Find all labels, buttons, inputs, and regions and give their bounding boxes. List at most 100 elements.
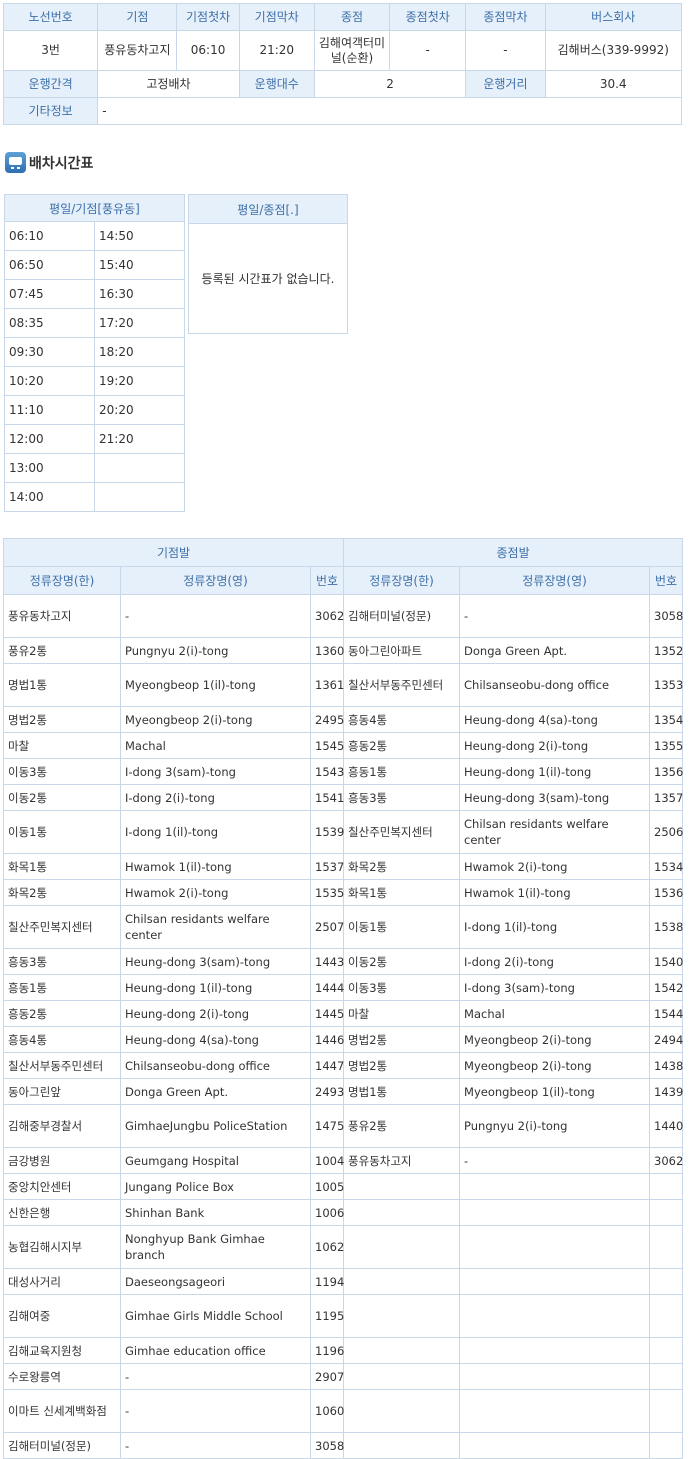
stops-column-header: 번호 [309,566,345,595]
origin-stop-name-ko: 김해중부경찰서 [3,1104,121,1148]
timetable-row: 11:10 20:20 [4,395,185,425]
terminal-stop-number: 1542 [649,974,683,1001]
origin-stop-name-ko: 화목1통 [3,853,121,880]
terminal-stop-name-ko: 풍유동차고지 [343,1147,461,1174]
terminal-stop-name-en: Hwamok 2(i)-tong [459,853,651,880]
terminal-stop-number: 1540 [649,948,683,975]
origin-stop-number: 1360 [309,637,344,664]
departure-time: 14:50 [94,221,185,251]
table-row: 흥동1통 Heung-dong 1(il)-tong 1444 이동3통 I-dong … [3,974,683,1001]
origin-stop-name-en: Heung-dong 3(sam)-tong [120,948,311,975]
origin-stop-number: 1475 [309,1104,344,1148]
origin-stop-number: 1445 [309,1000,344,1027]
terminal-stop-name-ko [343,1363,461,1390]
terminal-stop-name-en: Heung-dong 2(i)-tong [459,732,651,759]
timetable-row: 08:35 17:20 [4,308,185,338]
table-row: 칠산서부동주민센터 Chilsanseobu-dong office 1447 명법2… [3,1052,683,1079]
origin-stop-name-en: - [120,1432,311,1459]
origin-stop-number: 1444 [309,974,344,1001]
table-row: 화목2통 Hwamok 2(i)-tong 1535 화목1통 Hwamok 1(il)… [3,879,683,906]
origin-stop-name-en: Myeongbeop 1(il)-tong [120,663,311,707]
terminal-stop-number [649,1432,684,1459]
origin-stop-name-en: - [120,1389,311,1433]
origin-stop-name-en: Chilsanseobu-dong office [120,1052,311,1079]
terminal-stop-number: 1538 [649,905,683,949]
stops-column-header: 정류장명(한) [343,566,461,595]
table-row: 명법2통 Myeongbeop 2(i)-tong 2495 흥동4통 Heung-do… [3,706,683,733]
terminal-stop-number [649,1294,684,1338]
terminal-stop-number: 1352 [649,637,683,664]
terminal-stop-number: 1439 [649,1078,683,1105]
origin-stop-number: 1447 [309,1052,344,1079]
origin-stop-name-ko: 김해터미널(정문) [3,1432,121,1459]
table-row: 칠산주민복지센터 Chilsan residants welfare center… [3,905,683,949]
origin-stop-number: 2495 [309,706,344,733]
terminal-stop-name-ko [343,1389,461,1433]
departure-time: 19:20 [94,366,185,396]
route-info-value: 김해버스(339-9992) [544,30,683,71]
route-info-header: 종점 [313,3,391,31]
origin-stop-number: 1196 [309,1337,344,1364]
origin-stop-name-ko: 칠산주민복지센터 [3,905,121,949]
origin-stop-number: 1543 [309,758,344,785]
origin-stop-name-ko: 금강병원 [3,1147,121,1174]
terminal-stop-name-ko: 명법1통 [343,1078,461,1105]
table-row: 농협김해시지부 Nonghyup Bank Gimhae branch 1062 [3,1225,684,1269]
interval-label: 운행간격 [2,70,99,98]
origin-stop-number: 1446 [309,1026,344,1053]
route-info-header: 종점첫차 [389,3,467,31]
terminal-stop-name-ko: 칠산서부동주민센터 [343,663,461,707]
origin-stop-number: 1005 [309,1173,344,1200]
terminal-stop-name-en: I-dong 3(sam)-tong [459,974,651,1001]
terminal-timetable-header: 평일/종점[.] [188,194,348,224]
terminal-stop-name-ko [343,1432,461,1459]
origin-stop-name-ko: 칠산서부동주민센터 [3,1052,121,1079]
terminal-stop-name-en: Heung-dong 3(sam)-tong [459,784,651,811]
table-row: 화목1통 Hwamok 1(il)-tong 1537 화목2통 Hwamok 2(i)… [3,853,683,880]
origin-stop-number: 1545 [309,732,344,759]
origin-stop-name-en: Heung-dong 1(il)-tong [120,974,311,1001]
terminal-empty-message: 등록된 시간표가 없습니다. [188,223,348,334]
origin-stop-number: 1541 [309,784,344,811]
origin-stop-name-en: Shinhan Bank [120,1199,311,1226]
terminal-stop-name-ko [343,1294,461,1338]
departure-time: 16:30 [94,279,185,309]
route-info-value: 풍유동차고지 [97,30,178,71]
table-row: 김해터미널(정문) -3058 [3,1432,684,1459]
terminal-stop-name-ko [343,1173,461,1200]
terminal-stop-name-en: Pungnyu 2(i)-tong [459,1104,651,1148]
terminal-stop-number [649,1363,684,1390]
terminal-stop-name-en: Heung-dong 4(sa)-tong [459,706,651,733]
origin-stop-name-en: Heung-dong 4(sa)-tong [120,1026,311,1053]
terminal-stop-number: 1355 [649,732,683,759]
origin-stop-number: 1361 [309,663,344,707]
terminal-stop-name-ko: 화목2통 [343,853,461,880]
departure-time: 17:20 [94,308,185,338]
timetable-row: 06:50 15:40 [4,250,185,280]
table-row: 대성사거리 Daeseongsageori 1194 [3,1268,684,1295]
origin-stop-name-ko: 대성사거리 [3,1268,121,1295]
route-info-row-4: 기타정보 - [2,97,682,125]
origin-stop-name-en: I-dong 3(sam)-tong [120,758,311,785]
origin-stop-name-ko: 흥동3통 [3,948,121,975]
origin-stop-name-en: Myeongbeop 2(i)-tong [120,706,311,733]
terminal-stop-number [649,1199,684,1226]
terminal-stop-name-en [459,1225,651,1269]
origin-stop-name-ko: 중앙치안센터 [3,1173,121,1200]
origin-stop-number: 2507 [309,905,344,949]
departure-time: 15:40 [94,250,185,280]
route-info-header: 버스회사 [544,3,683,31]
table-row: 신한은행 Shinhan Bank 1006 [3,1199,684,1226]
terminal-stop-name-ko: 흥동4통 [343,706,461,733]
route-info-value-row: 3번 풍유동차고지 06:10 21:20 김해여객터미널(순환) - - 김해버스(339-… [2,30,683,71]
terminal-stop-name-en [459,1173,651,1200]
stops-column-headers: 정류장명(한) 정류장명(영) 번호 정류장명(한) 정류장명(영) 번호 [3,566,684,595]
timetable-row: 14:00 [4,482,185,512]
origin-stop-number: 1006 [309,1199,344,1226]
terminal-stop-name-ko [343,1225,461,1269]
route-info-value: 21:20 [238,30,315,71]
terminal-stop-name-en: - [459,1147,651,1174]
bus-count-label: 운행대수 [238,70,315,98]
route-info-value: - [389,30,467,71]
distance-label: 운행거리 [465,70,546,98]
